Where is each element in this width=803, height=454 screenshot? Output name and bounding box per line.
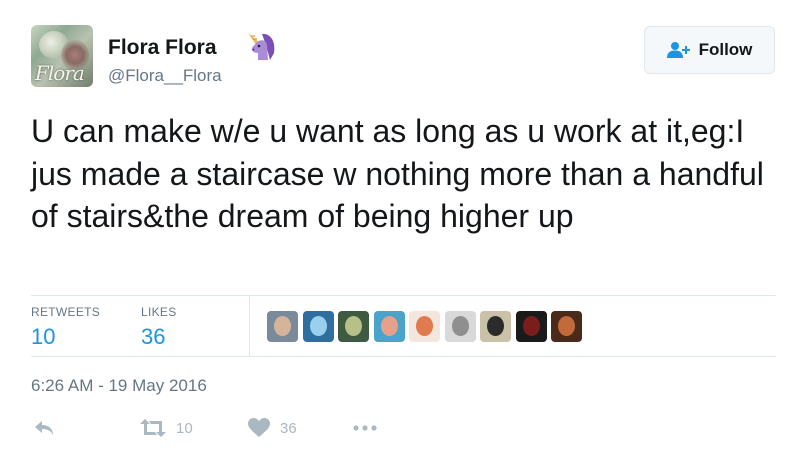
stats-separator [249,296,250,356]
likes-stat[interactable]: LIKES 36 [141,305,177,350]
likes-label: LIKES [141,305,177,319]
retweets-stat[interactable]: RETWEETS 10 [31,305,100,350]
tweet-card: Flora Flora Flora @Flora__Flora Follow U… [0,0,803,454]
add-user-icon [666,42,690,58]
more-icon [353,425,377,431]
retweets-label: RETWEETS [31,305,101,319]
avatar[interactable]: Flora [31,25,93,87]
like-button[interactable]: 36 [248,418,297,438]
stats-bottom-divider [31,356,776,357]
liker-avatar-1[interactable] [267,311,298,342]
like-count: 36 [280,419,297,437]
liker-avatar-6[interactable] [444,311,476,342]
liker-avatar-4[interactable] [373,311,405,342]
follow-label: Follow [698,40,753,59]
tweet-text: U can make w/e u want as long as u work … [31,113,764,234]
liker-avatar-3[interactable] [338,311,369,342]
reply-button[interactable] [33,418,55,438]
liker-avatar-2[interactable] [302,311,334,342]
likes-count: 36 [141,324,166,349]
liker-avatar-8[interactable] [515,311,547,342]
heart-icon [248,418,270,437]
unicorn-icon [248,33,275,60]
reply-icon [35,421,53,435]
liker-avatars [267,311,582,342]
stats-top-divider [31,295,776,296]
user-handle[interactable]: @Flora__Flora [108,66,222,86]
avatar-signature: Flora [35,61,85,85]
liker-avatar-9[interactable] [551,311,582,342]
liker-avatar-5[interactable] [409,311,440,342]
retweet-icon [140,419,166,437]
more-button[interactable] [352,418,378,438]
retweet-button[interactable]: 10 [140,418,193,438]
retweets-count: 10 [31,324,56,349]
liker-avatar-7[interactable] [480,311,511,342]
display-name[interactable]: Flora Flora [108,36,217,60]
follow-button[interactable]: Follow [644,26,775,74]
retweet-count: 10 [176,419,193,437]
tweet-timestamp[interactable]: 6:26 AM - 19 May 2016 [31,376,207,396]
